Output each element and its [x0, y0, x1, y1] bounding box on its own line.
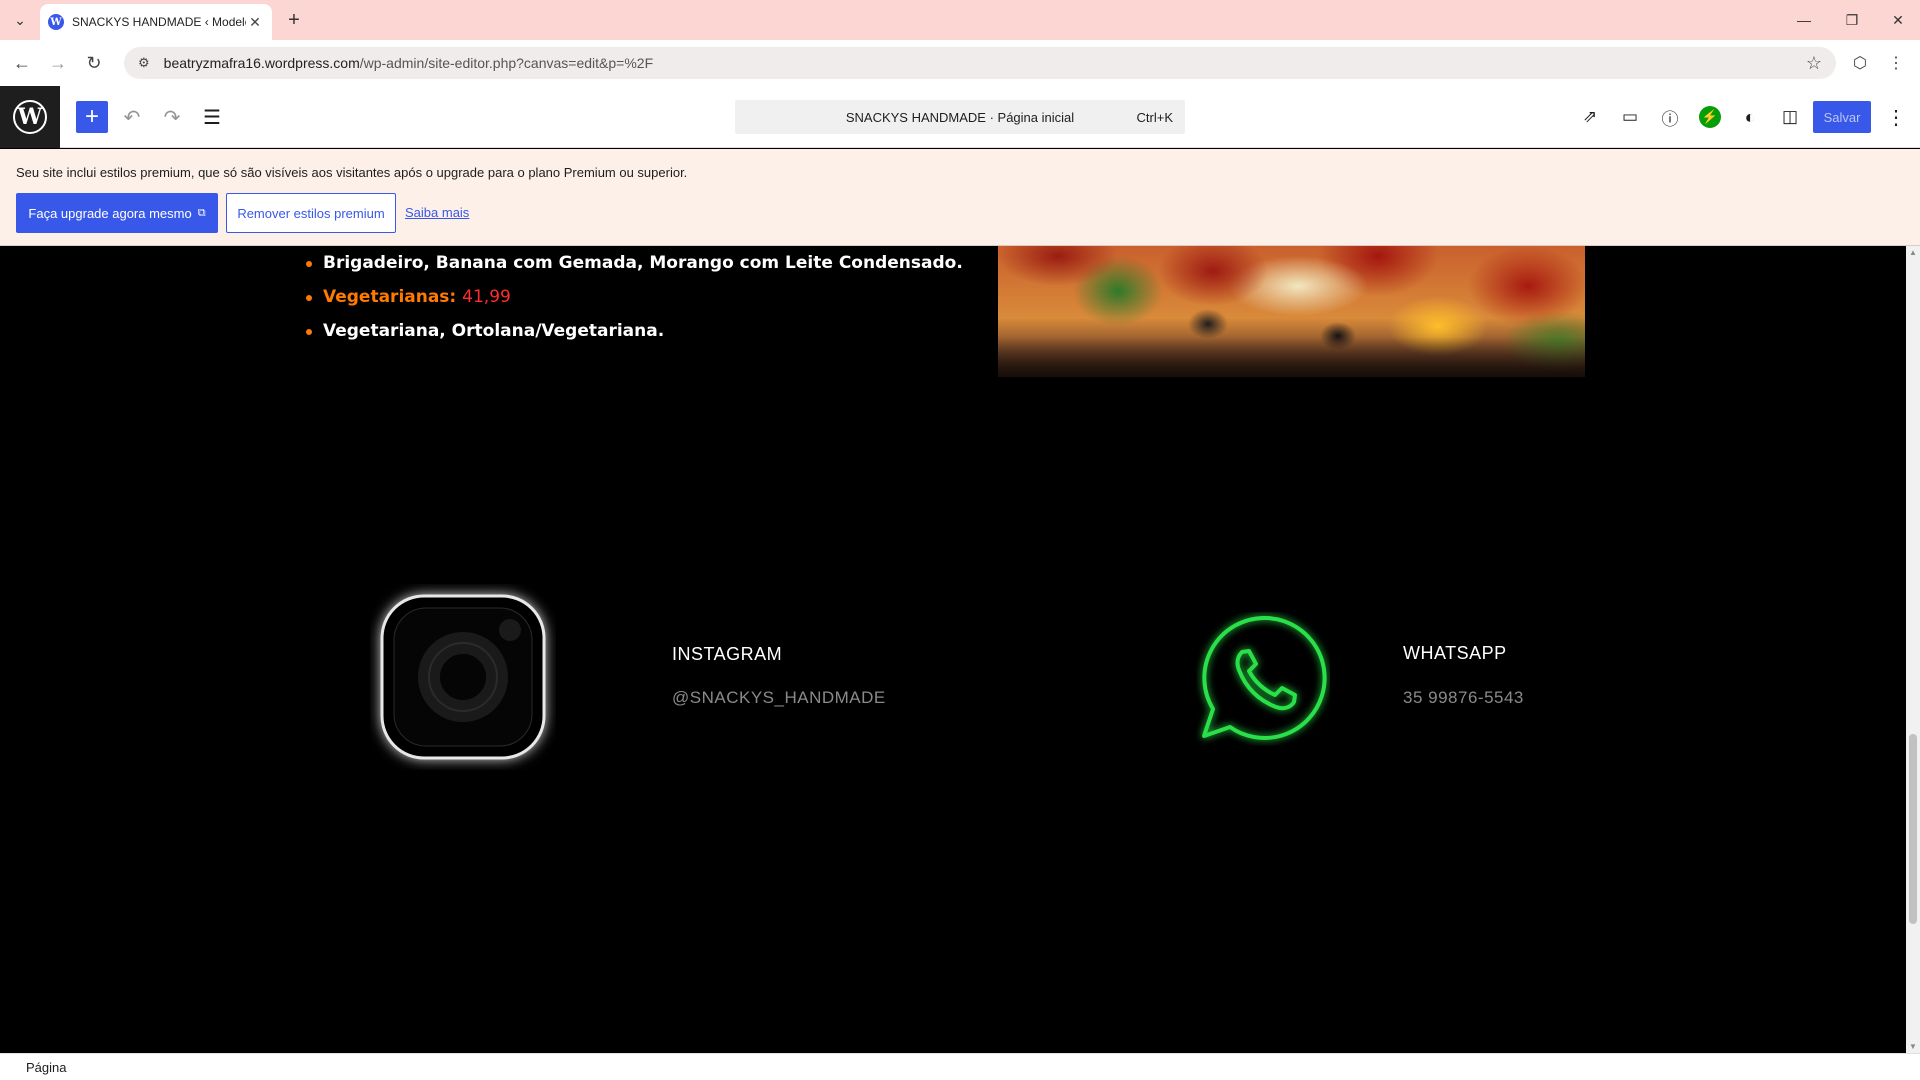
- back-icon[interactable]: ←: [8, 49, 36, 77]
- options-menu-icon[interactable]: ⋮: [1880, 101, 1912, 133]
- instagram-title: INSTAGRAM: [672, 644, 783, 664]
- redo-icon[interactable]: ↷: [156, 101, 188, 133]
- tab-close-icon[interactable]: ✕: [246, 14, 264, 31]
- reload-icon[interactable]: ↻: [80, 49, 108, 77]
- category-label: Vegetarianas:: [323, 287, 457, 307]
- undo-icon[interactable]: ↶: [116, 101, 148, 133]
- browser-tab-bar: ⌄ W SNACKYS HANDMADE ‹ Modelo ✕ + — ❐ ✕: [0, 0, 1920, 40]
- minimize-icon[interactable]: —: [1784, 6, 1824, 34]
- shortcut-hint: Ctrl+K: [1136, 109, 1173, 125]
- upgrade-button[interactable]: Faça upgrade agora mesmo ⧉: [16, 193, 218, 233]
- bookmark-star-icon[interactable]: ☆: [1806, 53, 1822, 74]
- instagram-icon[interactable]: [370, 584, 556, 770]
- close-window-icon[interactable]: ✕: [1878, 6, 1918, 34]
- document-overview-icon[interactable]: ☰: [196, 101, 228, 133]
- tab-search-button[interactable]: ⌄: [8, 8, 32, 32]
- external-link-icon: ⧉: [197, 206, 206, 219]
- save-button[interactable]: Salvar: [1813, 101, 1871, 133]
- whatsapp-icon[interactable]: [1196, 612, 1330, 746]
- new-tab-button[interactable]: +: [282, 8, 306, 32]
- canvas-scrollbar[interactable]: ▲ ▼: [1906, 246, 1920, 1053]
- list-item[interactable]: Vegetariana, Ortolana/Vegetariana.: [300, 314, 963, 348]
- whatsapp-number: 35 99876-5543: [1403, 688, 1524, 707]
- jetpack-icon: ⚡: [1699, 106, 1721, 128]
- browser-menu-icon[interactable]: ⋮: [1882, 49, 1910, 77]
- document-title: SNACKYS HANDMADE · Página inicial: [845, 109, 1075, 125]
- site-info-icon[interactable]: ⚙: [138, 55, 150, 71]
- forward-icon[interactable]: →: [44, 49, 72, 77]
- url-text: beatryzmafra16.wordpress.com/wp-admin/si…: [163, 55, 654, 71]
- wordpress-logo-icon: W: [13, 100, 47, 134]
- browser-tab[interactable]: W SNACKYS HANDMADE ‹ Modelo ✕: [40, 4, 272, 40]
- device-preview-icon[interactable]: ▭: [1614, 101, 1646, 133]
- upgrade-button-label: Faça upgrade agora mesmo: [28, 205, 192, 221]
- whatsapp-title: WHATSAPP: [1403, 643, 1507, 663]
- add-block-button[interactable]: +: [76, 101, 108, 133]
- jetpack-button[interactable]: ⚡: [1694, 101, 1726, 133]
- list-item-text: Brigadeiro, Banana com Gemada, Morango c…: [323, 253, 963, 273]
- help-icon[interactable]: ⓘ: [1654, 101, 1686, 133]
- pizza-image[interactable]: [998, 246, 1585, 377]
- scroll-up-icon[interactable]: ▲: [1908, 248, 1918, 257]
- scroll-down-icon[interactable]: ▼: [1908, 1042, 1918, 1051]
- notice-message: Seu site inclui estilos premium, que só …: [16, 165, 688, 180]
- premium-styles-notice: Seu site inclui estilos premium, que só …: [0, 149, 1920, 246]
- block-breadcrumb-bar: Página: [0, 1053, 1920, 1080]
- command-palette-bar[interactable]: SNACKYS HANDMADE · Página inicial Ctrl+K: [735, 100, 1185, 134]
- list-item[interactable]: Vegetarianas: 41,99: [300, 280, 963, 314]
- settings-sidebar-icon[interactable]: ◫: [1774, 101, 1806, 133]
- list-item-text: Vegetariana, Ortolana/Vegetariana.: [323, 321, 665, 341]
- wordpress-favicon-icon: W: [48, 14, 64, 30]
- restore-icon[interactable]: ❐: [1832, 6, 1872, 34]
- image-shade: [998, 337, 1585, 377]
- editor-canvas[interactable]: Brigadeiro, Banana com Gemada, Morango c…: [0, 246, 1906, 1053]
- address-bar[interactable]: ⚙ beatryzmafra16.wordpress.com/wp-admin/…: [124, 47, 1836, 79]
- view-site-icon[interactable]: ⇗: [1574, 101, 1606, 133]
- wordpress-logo-button[interactable]: W: [0, 86, 60, 148]
- breadcrumb-page[interactable]: Página: [26, 1060, 66, 1075]
- price-value: 41,99: [462, 287, 511, 307]
- browser-toolbar: ← → ↻ ⚙ beatryzmafra16.wordpress.com/wp-…: [0, 40, 1920, 86]
- tab-title: SNACKYS HANDMADE ‹ Modelo: [72, 15, 246, 29]
- instagram-handle: @SNACKYS_HANDMADE: [672, 688, 886, 707]
- menu-list: Brigadeiro, Banana com Gemada, Morango c…: [300, 246, 963, 348]
- scrollbar-thumb[interactable]: [1909, 734, 1917, 924]
- remove-premium-styles-button[interactable]: Remover estilos premium: [226, 193, 396, 233]
- editor-header: W + ↶ ↷ ☰ SNACKYS HANDMADE · Página inic…: [0, 86, 1920, 148]
- styles-icon[interactable]: ◐: [1734, 101, 1766, 133]
- extension-icon[interactable]: ⬡: [1846, 49, 1874, 77]
- list-item[interactable]: Brigadeiro, Banana com Gemada, Morango c…: [300, 246, 963, 280]
- learn-more-link[interactable]: Saiba mais: [405, 205, 469, 220]
